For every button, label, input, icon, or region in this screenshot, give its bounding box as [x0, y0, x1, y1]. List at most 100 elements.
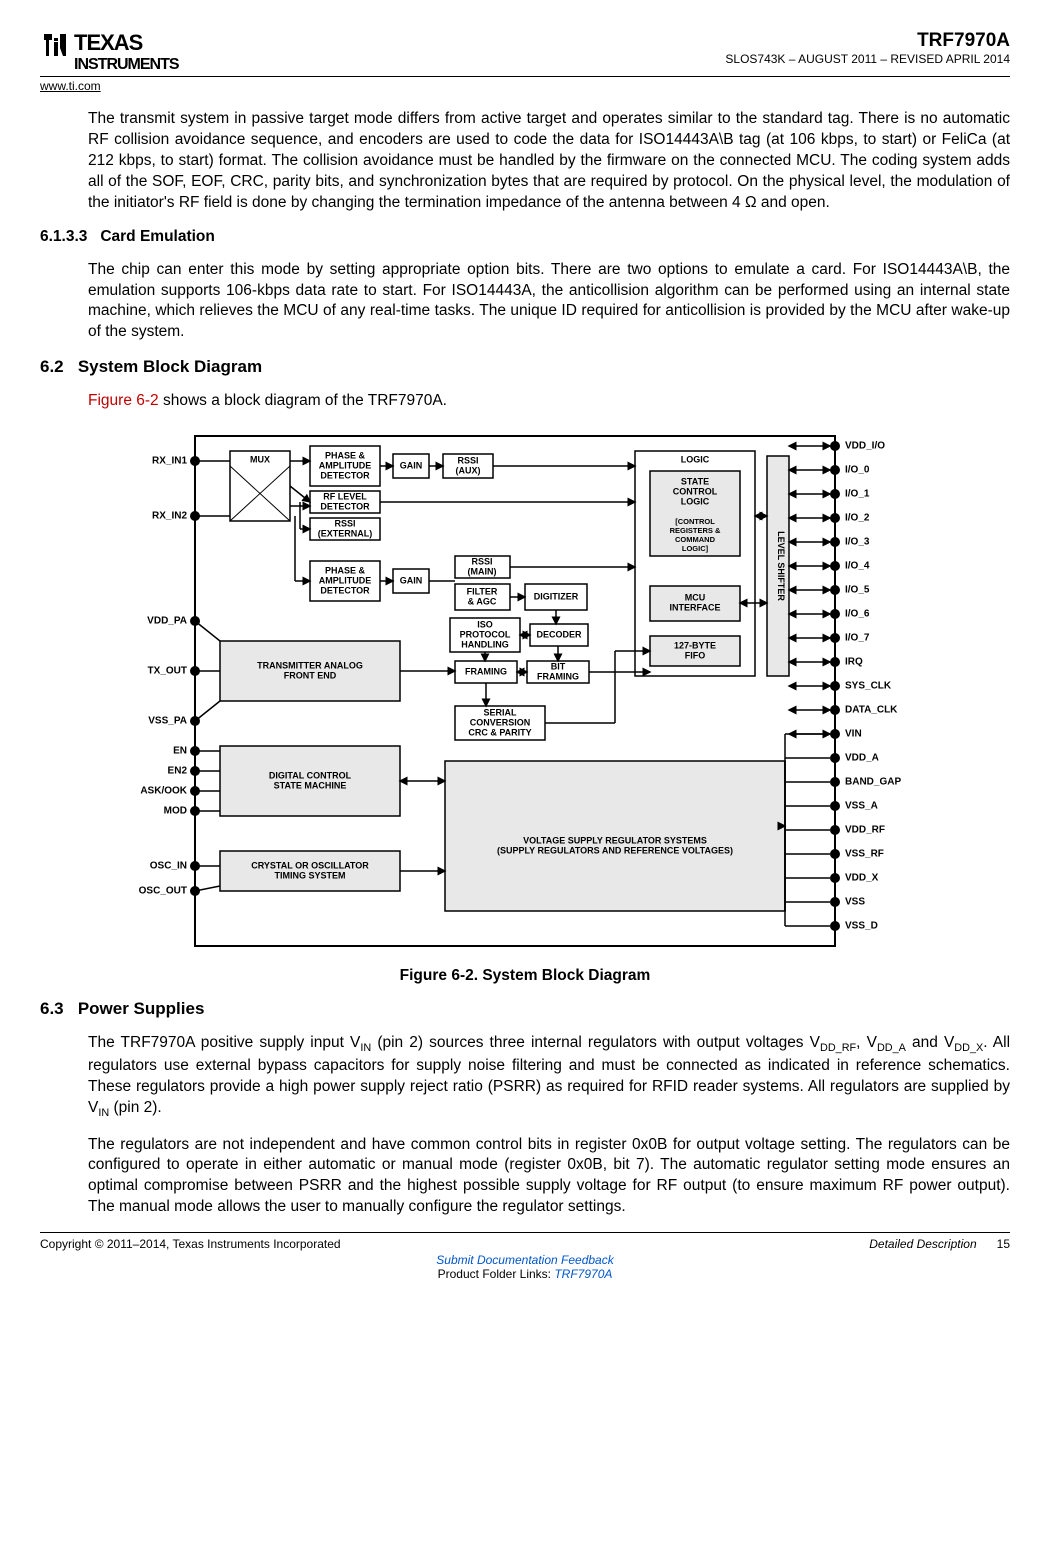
svg-text:[CONTROL: [CONTROL: [675, 517, 715, 526]
svg-text:VDD_PA: VDD_PA: [147, 616, 187, 627]
svg-text:VDD_A: VDD_A: [845, 753, 879, 764]
svg-text:BAND_GAP: BAND_GAP: [845, 777, 901, 788]
svg-text:IRQ: IRQ: [845, 657, 863, 668]
svg-text:DIGITAL CONTROL: DIGITAL CONTROL: [269, 771, 352, 781]
para-6-3-a: The TRF7970A positive supply input VIN (…: [88, 1033, 1010, 1120]
svg-text:LEVEL SHIFTER: LEVEL SHIFTER: [776, 531, 786, 601]
svg-text:RF LEVEL: RF LEVEL: [323, 492, 367, 502]
svg-text:I/O_6: I/O_6: [845, 609, 870, 620]
fig-intro: Figure 6-2 shows a block diagram of the …: [88, 391, 1010, 412]
doc-revision: SLOS743K – AUGUST 2011 – REVISED APRIL 2…: [725, 52, 1010, 66]
feedback-link[interactable]: Submit Documentation Feedback: [436, 1253, 613, 1267]
svg-text:VOLTAGE SUPPLY REGULATOR SYSTE: VOLTAGE SUPPLY REGULATOR SYSTEMS: [523, 836, 707, 846]
svg-text:(EXTERNAL): (EXTERNAL): [318, 529, 373, 539]
svg-text:TIMING SYSTEM: TIMING SYSTEM: [274, 871, 345, 881]
figure-link[interactable]: Figure 6-2: [88, 392, 159, 409]
svg-text:DETECTOR: DETECTOR: [320, 586, 370, 596]
product-links-prefix: Product Folder Links:: [438, 1267, 555, 1281]
svg-text:VDD_X: VDD_X: [845, 873, 879, 884]
svg-text:PROTOCOL: PROTOCOL: [460, 630, 511, 640]
product-link[interactable]: TRF7970A: [554, 1267, 612, 1281]
page-number: 15: [997, 1237, 1010, 1251]
svg-text:LOGIC: LOGIC: [681, 455, 710, 465]
svg-text:BIT: BIT: [551, 662, 566, 672]
svg-text:I/O_7: I/O_7: [845, 633, 870, 644]
svg-text:GAIN: GAIN: [400, 576, 423, 586]
svg-text:CONVERSION: CONVERSION: [470, 718, 531, 728]
svg-text:ASK/OOK: ASK/OOK: [140, 786, 187, 797]
svg-text:(SUPPLY REGULATORS AND REFEREN: (SUPPLY REGULATORS AND REFERENCE VOLTAGE…: [497, 846, 733, 856]
svg-text:LOGIC]: LOGIC]: [682, 544, 709, 553]
para-6-1-3-3: The chip can enter this mode by setting …: [88, 260, 1010, 344]
svg-text:EN2: EN2: [168, 766, 188, 777]
svg-text:MUX: MUX: [250, 455, 270, 465]
svg-text:COMMAND: COMMAND: [675, 535, 716, 544]
website-link[interactable]: www.ti.com: [40, 79, 101, 93]
svg-text:I/O_0: I/O_0: [845, 465, 870, 476]
svg-text:OSC_OUT: OSC_OUT: [139, 886, 187, 897]
figure-caption: Figure 6-2. System Block Diagram: [40, 967, 1010, 985]
svg-text:RSSI: RSSI: [334, 519, 355, 529]
svg-text:DECODER: DECODER: [536, 630, 582, 640]
svg-text:I/O_3: I/O_3: [845, 537, 870, 548]
svg-text:FRAMING: FRAMING: [465, 667, 507, 677]
svg-text:DETECTOR: DETECTOR: [320, 471, 370, 481]
footer-section: Detailed Description: [869, 1237, 976, 1251]
svg-text:VDD_I/O: VDD_I/O: [845, 441, 885, 452]
svg-text:CRYSTAL OR OSCILLATOR: CRYSTAL OR OSCILLATOR: [251, 861, 369, 871]
svg-text:DATA_CLK: DATA_CLK: [845, 705, 898, 716]
svg-text:HANDLING: HANDLING: [461, 640, 509, 650]
svg-text:PHASE &: PHASE &: [325, 451, 366, 461]
svg-text:SERIAL: SERIAL: [483, 708, 517, 718]
svg-text:I/O_4: I/O_4: [845, 561, 870, 572]
svg-text:EN: EN: [173, 746, 187, 757]
svg-text:VSS_D: VSS_D: [845, 921, 878, 932]
heading-6-1-3-3: 6.1.3.3 Card Emulation: [40, 228, 1010, 246]
svg-text:FRONT END: FRONT END: [284, 671, 337, 681]
svg-text:TX_OUT: TX_OUT: [148, 666, 187, 677]
svg-text:DETECTOR: DETECTOR: [320, 502, 370, 512]
svg-text:MOD: MOD: [164, 806, 187, 817]
svg-text:VSS_PA: VSS_PA: [148, 716, 187, 727]
svg-text:STATE MACHINE: STATE MACHINE: [274, 781, 347, 791]
svg-text:& AGC: & AGC: [468, 597, 497, 607]
part-number: TRF7970A: [725, 30, 1010, 52]
svg-text:LOGIC: LOGIC: [681, 497, 710, 507]
svg-text:MCU: MCU: [685, 593, 706, 603]
svg-text:VSS_RF: VSS_RF: [845, 849, 884, 860]
svg-text:OSC_IN: OSC_IN: [150, 861, 187, 872]
svg-text:RSSI: RSSI: [457, 456, 478, 466]
svg-text:FIFO: FIFO: [685, 651, 706, 661]
svg-text:GAIN: GAIN: [400, 461, 423, 471]
svg-text:STATE: STATE: [681, 477, 709, 487]
svg-text:RX_IN2: RX_IN2: [152, 511, 187, 522]
svg-text:VSS_A: VSS_A: [845, 801, 878, 812]
para-6-3-b: The regulators are not independent and h…: [88, 1135, 1010, 1219]
ti-logo-icon: [40, 30, 70, 66]
svg-text:VDD_RF: VDD_RF: [845, 825, 885, 836]
svg-text:CRC & PARITY: CRC & PARITY: [468, 728, 531, 738]
logo-text-bottom: INSTRUMENTS: [74, 56, 179, 74]
svg-text:FRAMING: FRAMING: [537, 672, 579, 682]
svg-text:DIGITIZER: DIGITIZER: [534, 592, 579, 602]
heading-6-3: 6.3 Power Supplies: [40, 999, 1010, 1019]
system-block-diagram: RX_IN1RX_IN2VDD_PATX_OUTVSS_PAENEN2ASK/O…: [40, 426, 1010, 961]
svg-text:INTERFACE: INTERFACE: [669, 603, 720, 613]
svg-text:AMPLITUDE: AMPLITUDE: [319, 576, 372, 586]
svg-text:I/O_1: I/O_1: [845, 489, 870, 500]
svg-text:VSS: VSS: [845, 897, 865, 908]
svg-text:PHASE &: PHASE &: [325, 566, 366, 576]
svg-text:I/O_5: I/O_5: [845, 585, 870, 596]
svg-text:FILTER: FILTER: [467, 587, 498, 597]
svg-text:ISO: ISO: [477, 620, 493, 630]
copyright: Copyright © 2011–2014, Texas Instruments…: [40, 1237, 341, 1251]
svg-text:AMPLITUDE: AMPLITUDE: [319, 461, 372, 471]
svg-text:(AUX): (AUX): [456, 466, 481, 476]
heading-6-2: 6.2 System Block Diagram: [40, 357, 1010, 377]
svg-text:RSSI: RSSI: [471, 557, 492, 567]
svg-text:VIN: VIN: [845, 729, 862, 740]
svg-text:I/O_2: I/O_2: [845, 513, 870, 524]
intro-paragraph: The transmit system in passive target mo…: [88, 109, 1010, 214]
page-header: TEXAS INSTRUMENTS TRF7970A SLOS743K – AU…: [40, 30, 1010, 77]
logo-text-top: TEXAS: [74, 30, 142, 55]
